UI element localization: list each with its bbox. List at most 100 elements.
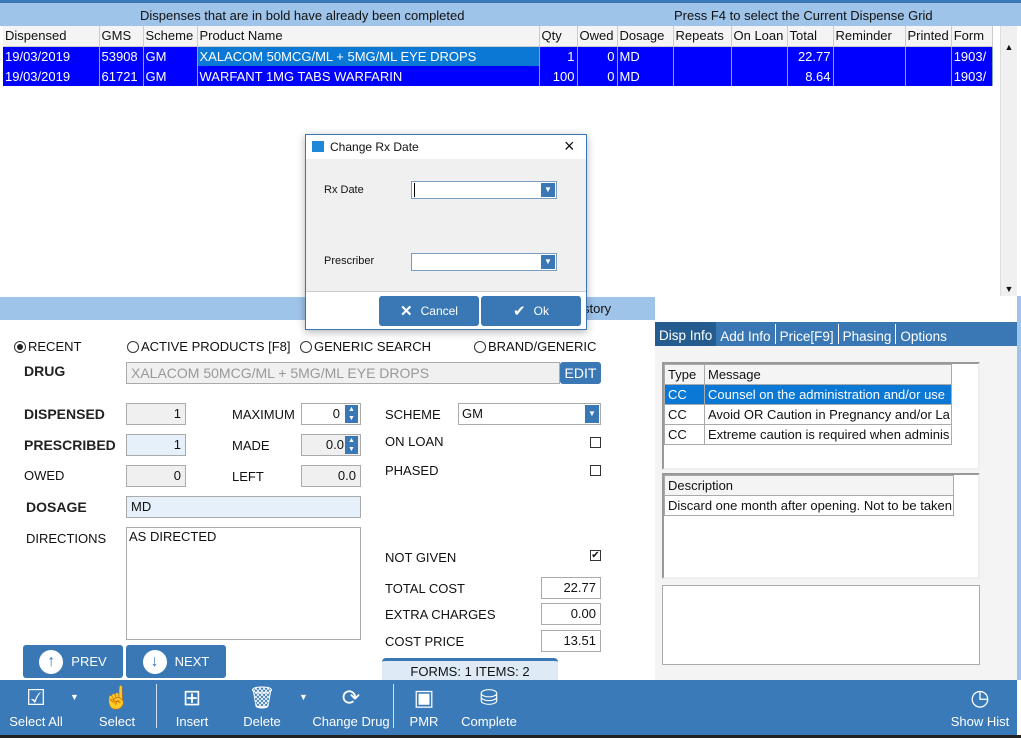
scheme-select[interactable]: GM ▼	[458, 403, 601, 425]
description-table[interactable]: Description Discard one month after open…	[662, 473, 980, 579]
col-form[interactable]: Form	[951, 26, 993, 47]
stepper-arrows-icon[interactable]: ▲ ▼	[345, 405, 358, 423]
table-row[interactable]: CC Extreme caution is required when admin…	[664, 424, 952, 445]
rx-date-field[interactable]: ▼	[411, 181, 557, 199]
prescribed-field[interactable]: 1	[126, 434, 186, 456]
cell[interactable]	[731, 46, 788, 66]
tab-price[interactable]: Price[F9]	[776, 324, 839, 344]
scroll-up-icon[interactable]: ▲	[1001, 26, 1017, 52]
scroll-down-icon[interactable]: ▼	[1001, 284, 1017, 294]
cell[interactable]	[673, 66, 732, 86]
radio-recent[interactable]: RECENT	[14, 339, 81, 354]
col-product-name[interactable]: Product Name	[197, 26, 540, 47]
cell[interactable]	[833, 66, 906, 86]
cost-price-field[interactable]: 13.51	[541, 630, 601, 652]
cell[interactable]: Discard one month after opening. Not to …	[664, 495, 954, 516]
cell[interactable]	[673, 46, 732, 66]
cell[interactable]	[731, 66, 788, 86]
left-field[interactable]: 0.0	[301, 465, 361, 487]
prev-button[interactable]: ↑ PREV	[23, 645, 123, 678]
col-on-loan[interactable]: On Loan	[731, 26, 788, 47]
show-hist-button[interactable]: ◷ Show Hist	[948, 682, 1012, 729]
col-total[interactable]: Total	[787, 26, 834, 47]
table-row[interactable]: CC Avoid OR Caution in Pregnancy and/or L…	[664, 404, 952, 425]
cell[interactable]: WARFANT 1MG TABS WARFARIN	[197, 66, 540, 86]
cell[interactable]: 1903/	[951, 46, 993, 66]
cell[interactable]: 61721	[99, 66, 144, 86]
col-qty[interactable]: Qty	[539, 26, 578, 47]
radio-generic-search[interactable]: GENERIC SEARCH	[300, 339, 431, 354]
prescriber-select[interactable]: ▼	[411, 253, 557, 271]
tab-disp-info[interactable]: Disp Info	[655, 322, 717, 346]
table-row[interactable]: CC Counsel on the administration and/or u…	[664, 384, 952, 405]
owed-field[interactable]: 0	[126, 465, 186, 487]
dosage-field[interactable]: MD	[126, 496, 361, 518]
cell[interactable]: Avoid OR Caution in Pregnancy and/or La	[704, 404, 952, 425]
insert-button[interactable]: ⊞ Insert	[174, 682, 210, 729]
close-icon[interactable]: ×	[564, 136, 575, 157]
col-printed[interactable]: Printed	[905, 26, 952, 47]
grid-scrollbar[interactable]: ▲ ▼	[1000, 26, 1017, 296]
delete-button[interactable]: 🗑 Delete	[240, 682, 284, 729]
radio-active-products[interactable]: ACTIVE PRODUCTS [F8]	[127, 339, 291, 354]
cell[interactable]: GM	[143, 66, 198, 86]
cell[interactable]	[905, 66, 952, 86]
dispensed-field[interactable]: 1	[126, 403, 186, 425]
edit-button[interactable]: EDIT	[560, 362, 601, 384]
col-gms[interactable]: GMS	[99, 26, 144, 47]
cell[interactable]: XALACOM 50MCG/ML + 5MG/ML EYE DROPS	[197, 46, 540, 66]
cell[interactable]: 0	[577, 66, 618, 86]
complete-button[interactable]: ⛁ Complete	[460, 682, 518, 729]
cell[interactable]: 100	[539, 66, 578, 86]
chevron-down-icon[interactable]: ▼	[541, 255, 555, 269]
select-all-button[interactable]: ☑ Select All	[8, 682, 64, 729]
col-owed[interactable]: Owed	[577, 26, 618, 47]
table-row[interactable]: Discard one month after opening. Not to …	[664, 495, 954, 516]
cell[interactable]: 22.77	[787, 46, 834, 66]
cell[interactable]	[833, 46, 906, 66]
select-button[interactable]: ☝ Select	[96, 682, 138, 729]
caret-down-icon[interactable]: ▼	[70, 692, 79, 702]
dialog-titlebar[interactable]: Change Rx Date ×	[306, 135, 586, 159]
tab-phasing[interactable]: Phasing	[839, 324, 897, 344]
cell[interactable]: 19/03/2019	[3, 66, 100, 86]
col-dosage[interactable]: Dosage	[617, 26, 674, 47]
cell[interactable]: 0	[577, 46, 618, 66]
col-repeats[interactable]: Repeats	[673, 26, 732, 47]
cell[interactable]: 1903/	[951, 66, 993, 86]
cell[interactable]: MD	[617, 66, 674, 86]
col-reminder[interactable]: Reminder	[833, 26, 906, 47]
next-button[interactable]: ↓ NEXT	[126, 645, 226, 678]
cancel-button[interactable]: ✕ Cancel	[379, 296, 479, 326]
stepper-arrows-icon[interactable]: ▲ ▼	[345, 436, 358, 454]
col-scheme[interactable]: Scheme	[143, 26, 198, 47]
total-cost-field[interactable]: 22.77	[541, 577, 601, 599]
drug-field[interactable]: XALACOM 50MCG/ML + 5MG/ML EYE DROPS	[126, 362, 560, 384]
cell[interactable]: CC	[664, 424, 705, 445]
change-drug-button[interactable]: ⟳ Change Drug	[311, 682, 391, 729]
tab-add-info[interactable]: Add Info	[716, 324, 776, 344]
chevron-down-icon[interactable]: ▼	[541, 183, 555, 197]
not-given-checkbox[interactable]: ✔	[590, 550, 601, 561]
phased-checkbox[interactable]	[590, 465, 601, 476]
on-loan-checkbox[interactable]	[590, 437, 601, 448]
directions-field[interactable]: AS DIRECTED	[126, 527, 361, 640]
radio-brand-generic[interactable]: BRAND/GENERIC	[474, 339, 596, 354]
cell[interactable]: 8.64	[787, 66, 834, 86]
cell[interactable]: Counsel on the administration and/or use	[704, 384, 952, 405]
ok-button[interactable]: ✔ Ok	[481, 296, 581, 326]
cell[interactable]: GM	[143, 46, 198, 66]
pmr-button[interactable]: ▣ PMR	[406, 682, 442, 729]
cell[interactable]: 53908	[99, 46, 144, 66]
tab-options[interactable]: Options	[896, 324, 951, 344]
cell[interactable]	[905, 46, 952, 66]
cell[interactable]: CC	[664, 404, 705, 425]
messages-table[interactable]: Type Message CC Counsel on the administrat…	[662, 362, 980, 470]
caret-down-icon[interactable]: ▼	[299, 692, 308, 702]
table-row[interactable]: 19/03/2019 61721 GM WARFANT 1MG TABS WARFAR…	[3, 66, 993, 86]
col-dispensed[interactable]: Dispensed	[3, 26, 100, 47]
cell[interactable]: 19/03/2019	[3, 46, 100, 66]
cell[interactable]: Extreme caution is required when adminis	[704, 424, 952, 445]
cell[interactable]: MD	[617, 46, 674, 66]
cell[interactable]: 1	[539, 46, 578, 66]
